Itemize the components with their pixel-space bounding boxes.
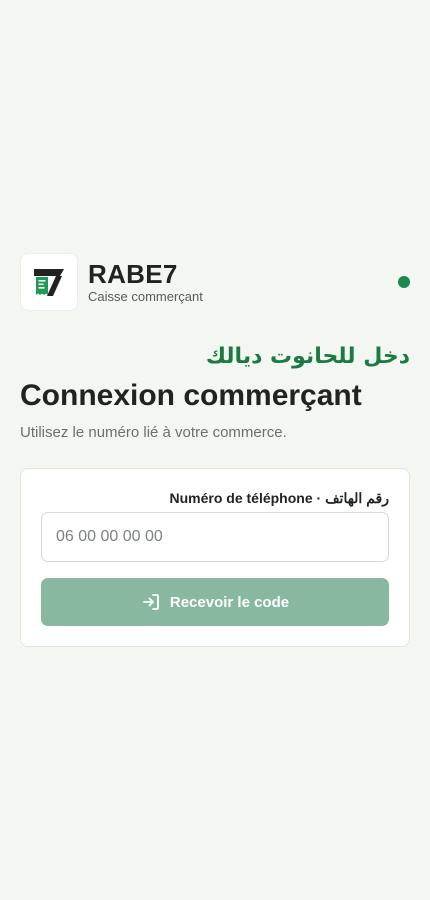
- arabic-heading: دخل للحانوت ديالك: [205, 344, 410, 369]
- brand-header: RABE7 Caisse commerçant: [20, 253, 410, 311]
- phone-field-label: Numéro de téléphone · رقم الهاتف: [169, 490, 389, 506]
- receipt-seven-logo-icon: [34, 269, 64, 296]
- brand-text: RABE7 Caisse commerçant: [88, 260, 203, 305]
- login-arrow-icon: [141, 592, 161, 612]
- page-title: Connexion commerçant: [20, 379, 362, 412]
- page-description: Utilisez le numéro lié à votre commerce.: [20, 424, 287, 441]
- online-status-dot: [398, 276, 410, 288]
- phone-input[interactable]: [41, 512, 389, 562]
- receive-code-button[interactable]: Recevoir le code: [41, 578, 389, 626]
- app-logo: [20, 253, 78, 311]
- login-card: Numéro de téléphone · رقم الهاتف Recevoi…: [20, 468, 410, 647]
- brand-subtitle: Caisse commerçant: [88, 288, 203, 304]
- login-page: RABE7 Caisse commerçant دخل للحانوت ديال…: [0, 0, 430, 900]
- receive-code-label: Recevoir le code: [169, 593, 290, 611]
- brand-name: RABE7: [88, 258, 178, 289]
